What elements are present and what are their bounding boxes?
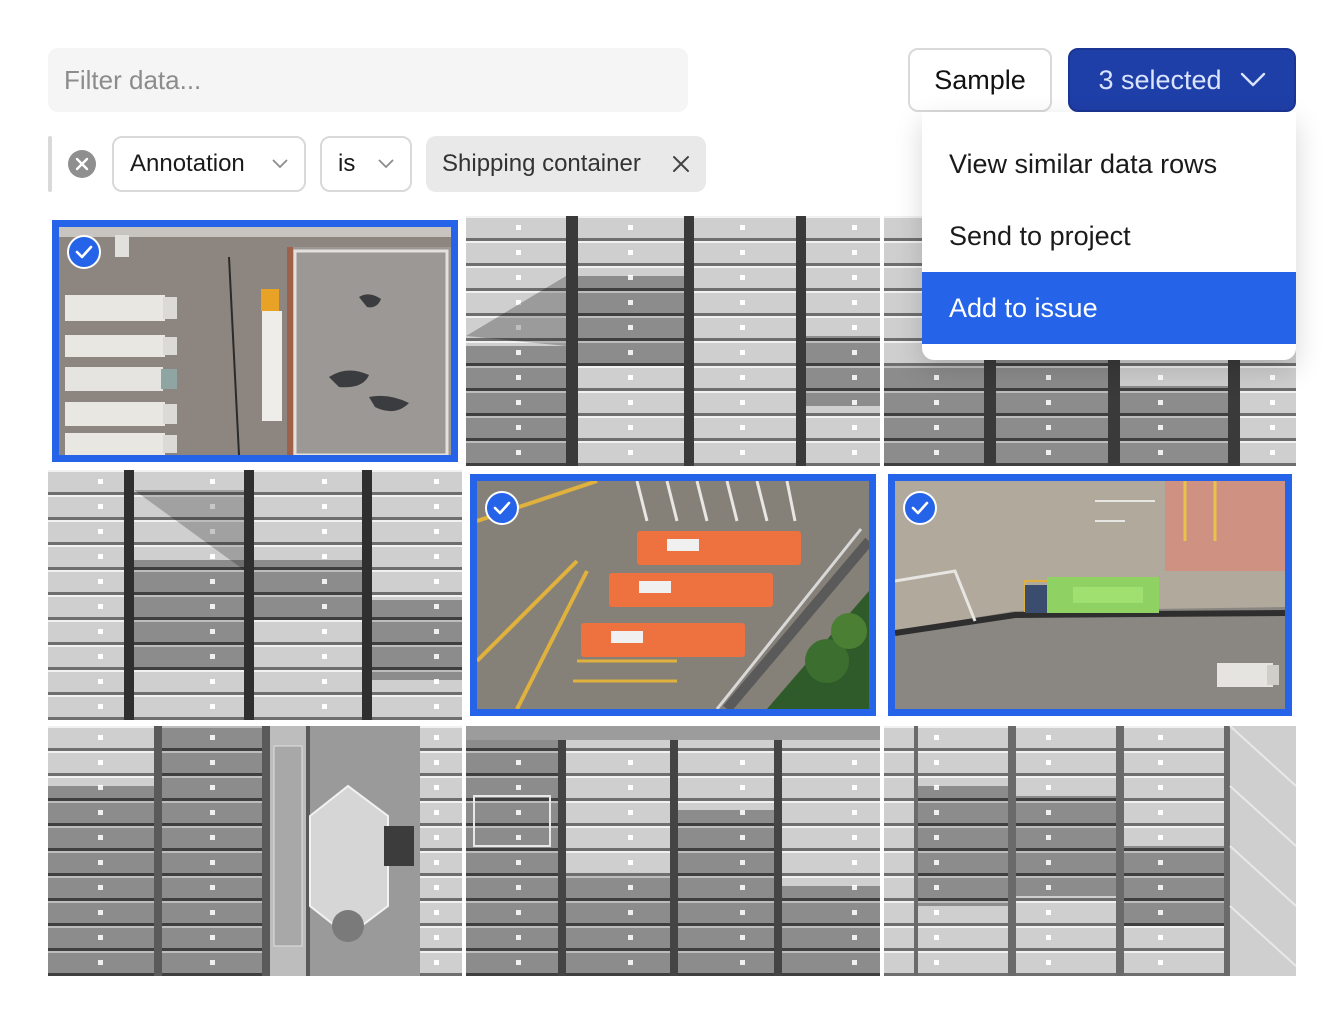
selected-button-label: 3 selected [1098, 64, 1222, 95]
filter-operator-select[interactable]: is [320, 136, 412, 192]
clear-filter-icon[interactable] [68, 150, 96, 178]
grid-tile-4[interactable] [48, 470, 462, 720]
aerial-trucks-image [59, 227, 451, 455]
grid-tile-7[interactable] [48, 726, 462, 976]
filter-row: Annotation is Shipping container [48, 136, 708, 192]
filter-value-chip[interactable]: Shipping container [426, 136, 706, 192]
filter-search-input[interactable] [48, 48, 688, 112]
container-ship-deck-image [884, 726, 1296, 976]
grid-tile-2[interactable] [466, 216, 880, 466]
filter-field-label: Annotation [130, 150, 245, 177]
menu-item-label: View similar data rows [949, 148, 1218, 179]
selected-check-icon[interactable] [485, 491, 519, 525]
selected-check-icon[interactable] [903, 491, 937, 525]
grid-tile-8[interactable] [466, 726, 880, 976]
menu-item-label: Send to project [949, 220, 1131, 251]
menu-item-add-to-issue[interactable]: Add to issue [922, 272, 1296, 344]
container-ship-deck-image [48, 726, 462, 976]
grid-tile-1[interactable] [52, 220, 458, 462]
selected-actions-menu: View similar data rows Send to project A… [922, 112, 1296, 360]
close-icon[interactable] [672, 155, 690, 173]
grid-tile-6[interactable] [888, 474, 1292, 716]
selected-dropdown-button[interactable]: 3 selected [1068, 48, 1296, 112]
aerial-orange-buses-image [477, 481, 869, 709]
filter-field-select[interactable]: Annotation [112, 136, 306, 192]
menu-item-view-similar[interactable]: View similar data rows [922, 128, 1296, 200]
selected-check-icon[interactable] [67, 235, 101, 269]
chevron-down-icon [378, 159, 394, 169]
filter-divider [48, 136, 52, 192]
grid-tile-5[interactable] [470, 474, 876, 716]
chevron-down-icon [1240, 72, 1265, 87]
filter-value-label: Shipping container [442, 150, 641, 177]
chevron-down-icon [272, 159, 288, 169]
filter-operator-label: is [338, 150, 356, 177]
grid-tile-9[interactable] [884, 726, 1296, 976]
menu-item-label: Add to issue [949, 292, 1098, 323]
sample-button[interactable]: Sample [908, 48, 1052, 112]
container-stacks-image [466, 216, 880, 466]
aerial-green-truck-image [895, 481, 1285, 709]
container-stacks-image [48, 470, 462, 720]
menu-item-send-to-project[interactable]: Send to project [922, 200, 1296, 272]
sample-button-label: Sample [934, 64, 1026, 95]
container-stacks-image [466, 726, 880, 976]
